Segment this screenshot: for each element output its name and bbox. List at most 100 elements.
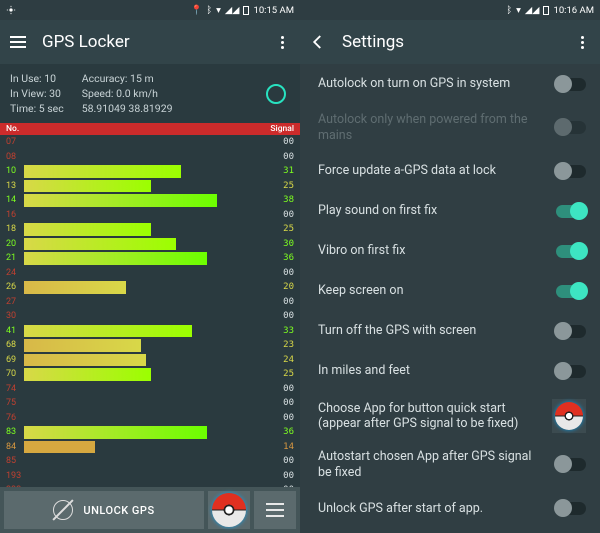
signal-bar	[24, 454, 278, 469]
speed-label: Speed: 0.0 km/h	[82, 87, 173, 100]
sat-number: 68	[0, 340, 24, 350]
signal-value: 23	[278, 340, 300, 350]
sat-number: 70	[0, 369, 24, 379]
signal-bar	[24, 237, 278, 252]
signal-bar	[24, 469, 278, 484]
signal-value: 38	[278, 195, 300, 205]
satellite-list[interactable]: 0700080010311325143816001825203021362400…	[0, 135, 300, 487]
bluetooth-icon: ᛒ	[206, 5, 212, 16]
sat-number: 202	[0, 485, 24, 487]
wifi-icon: ▾	[516, 5, 521, 16]
choose-app-icon[interactable]	[552, 399, 586, 433]
settings-row[interactable]: Vibro on first fix	[300, 231, 600, 271]
status-time: 10:16 AM	[553, 5, 594, 16]
back-icon[interactable]	[308, 32, 328, 52]
signal-value: 20	[278, 282, 300, 292]
cell-signal-icon: ◢◢	[525, 5, 540, 16]
satellite-row: 10 31	[0, 164, 300, 179]
settings-toggle[interactable]	[556, 205, 586, 218]
signal-value: 00	[278, 137, 300, 147]
satellite-row: 2700	[0, 295, 300, 310]
status-time: 10:15 AM	[253, 5, 294, 16]
settings-screen: ᛒ ▾ ◢◢ 10:16 AM Settings Autolock on tur…	[300, 0, 600, 533]
settings-row[interactable]: Keep screen on	[300, 271, 600, 311]
satellite-row: 6924	[0, 353, 300, 368]
sat-number: 193	[0, 471, 24, 481]
sat-number: 21	[0, 253, 24, 263]
settings-toggle[interactable]	[556, 78, 586, 91]
settings-row[interactable]: Autolock on turn on GPS in system	[300, 64, 600, 104]
sat-number: 14	[0, 195, 24, 205]
settings-row[interactable]: Turn off the GPS with screen	[300, 311, 600, 351]
sat-number: 75	[0, 398, 24, 408]
signal-bar	[24, 382, 278, 397]
bottom-bar: UNLOCK GPS	[0, 487, 300, 533]
settings-toggle[interactable]	[556, 165, 586, 178]
signal-bar	[24, 324, 278, 339]
settings-toggle[interactable]	[556, 245, 586, 258]
header-signal: Signal	[270, 124, 294, 134]
signal-bar	[24, 367, 278, 382]
more-menu-icon[interactable]	[572, 32, 592, 52]
sat-number: 41	[0, 326, 24, 336]
signal-bar	[24, 425, 278, 440]
settings-row[interactable]: Autostart chosen App after GPS signal be…	[300, 441, 600, 488]
unlock-gps-button[interactable]: UNLOCK GPS	[4, 491, 204, 529]
signal-bar	[24, 295, 278, 310]
satellite-row: 41 33	[0, 324, 300, 339]
pokeball-icon	[212, 493, 246, 527]
cell-signal-icon: ◢◢	[225, 5, 240, 16]
satellite-row: 0800	[0, 150, 300, 165]
settings-toggle	[556, 121, 586, 134]
settings-row[interactable]: Choose App for button quick start (appea…	[300, 391, 600, 441]
more-menu-icon[interactable]	[272, 32, 292, 52]
signal-value: 00	[278, 297, 300, 307]
signal-bar	[24, 164, 278, 179]
settings-label: In miles and feet	[318, 363, 556, 379]
time-label: Time: 5 sec	[10, 102, 64, 115]
sat-number: 10	[0, 166, 24, 176]
sat-number: 13	[0, 181, 24, 191]
signal-value: 25	[278, 224, 300, 234]
satellite-row: 1600	[0, 208, 300, 223]
quick-launch-app-button[interactable]	[208, 491, 250, 529]
signal-bar	[24, 266, 278, 281]
settings-row[interactable]: Play sound on first fix	[300, 191, 600, 231]
in-use-label: In Use: 10	[10, 72, 64, 85]
signal-bar	[24, 411, 278, 426]
sat-number: 16	[0, 210, 24, 220]
satellite-row: 7500	[0, 396, 300, 411]
sat-number: 18	[0, 224, 24, 234]
settings-toggle[interactable]	[556, 502, 586, 515]
fix-indicator-icon	[266, 84, 286, 104]
sat-number: 85	[0, 456, 24, 466]
settings-toggle[interactable]	[556, 325, 586, 338]
signal-bar	[24, 208, 278, 223]
settings-toggle[interactable]	[556, 365, 586, 378]
sat-number: 69	[0, 355, 24, 365]
list-button[interactable]	[254, 491, 296, 529]
signal-value: 00	[278, 152, 300, 162]
signal-value: 31	[278, 166, 300, 176]
signal-bar	[24, 135, 278, 150]
sat-number: 83	[0, 427, 24, 437]
settings-list[interactable]: Autolock on turn on GPS in systemAutoloc…	[300, 64, 600, 533]
satellite-row: 2620	[0, 280, 300, 295]
settings-row[interactable]: Force update a-GPS data at lock	[300, 151, 600, 191]
satellite-row: 2400	[0, 266, 300, 281]
battery-icon	[543, 6, 549, 15]
settings-label: Autostart chosen App after GPS signal be…	[318, 449, 556, 480]
settings-toggle[interactable]	[556, 458, 586, 471]
settings-toggle[interactable]	[556, 285, 586, 298]
signal-value: 25	[278, 181, 300, 191]
signal-value: 14	[278, 442, 300, 452]
unlock-gps-label: UNLOCK GPS	[83, 504, 154, 517]
signal-value: 00	[278, 413, 300, 423]
settings-row[interactable]: Unlock GPS after start of app.	[300, 489, 600, 529]
signal-value: 33	[278, 326, 300, 336]
settings-row[interactable]: In miles and feet	[300, 351, 600, 391]
signal-bar	[24, 309, 278, 324]
settings-label: Turn off the GPS with screen	[318, 323, 556, 339]
menu-icon[interactable]	[8, 32, 28, 52]
gps-info-panel: In Use: 10 In View: 30 Time: 5 sec Accur…	[0, 64, 300, 123]
